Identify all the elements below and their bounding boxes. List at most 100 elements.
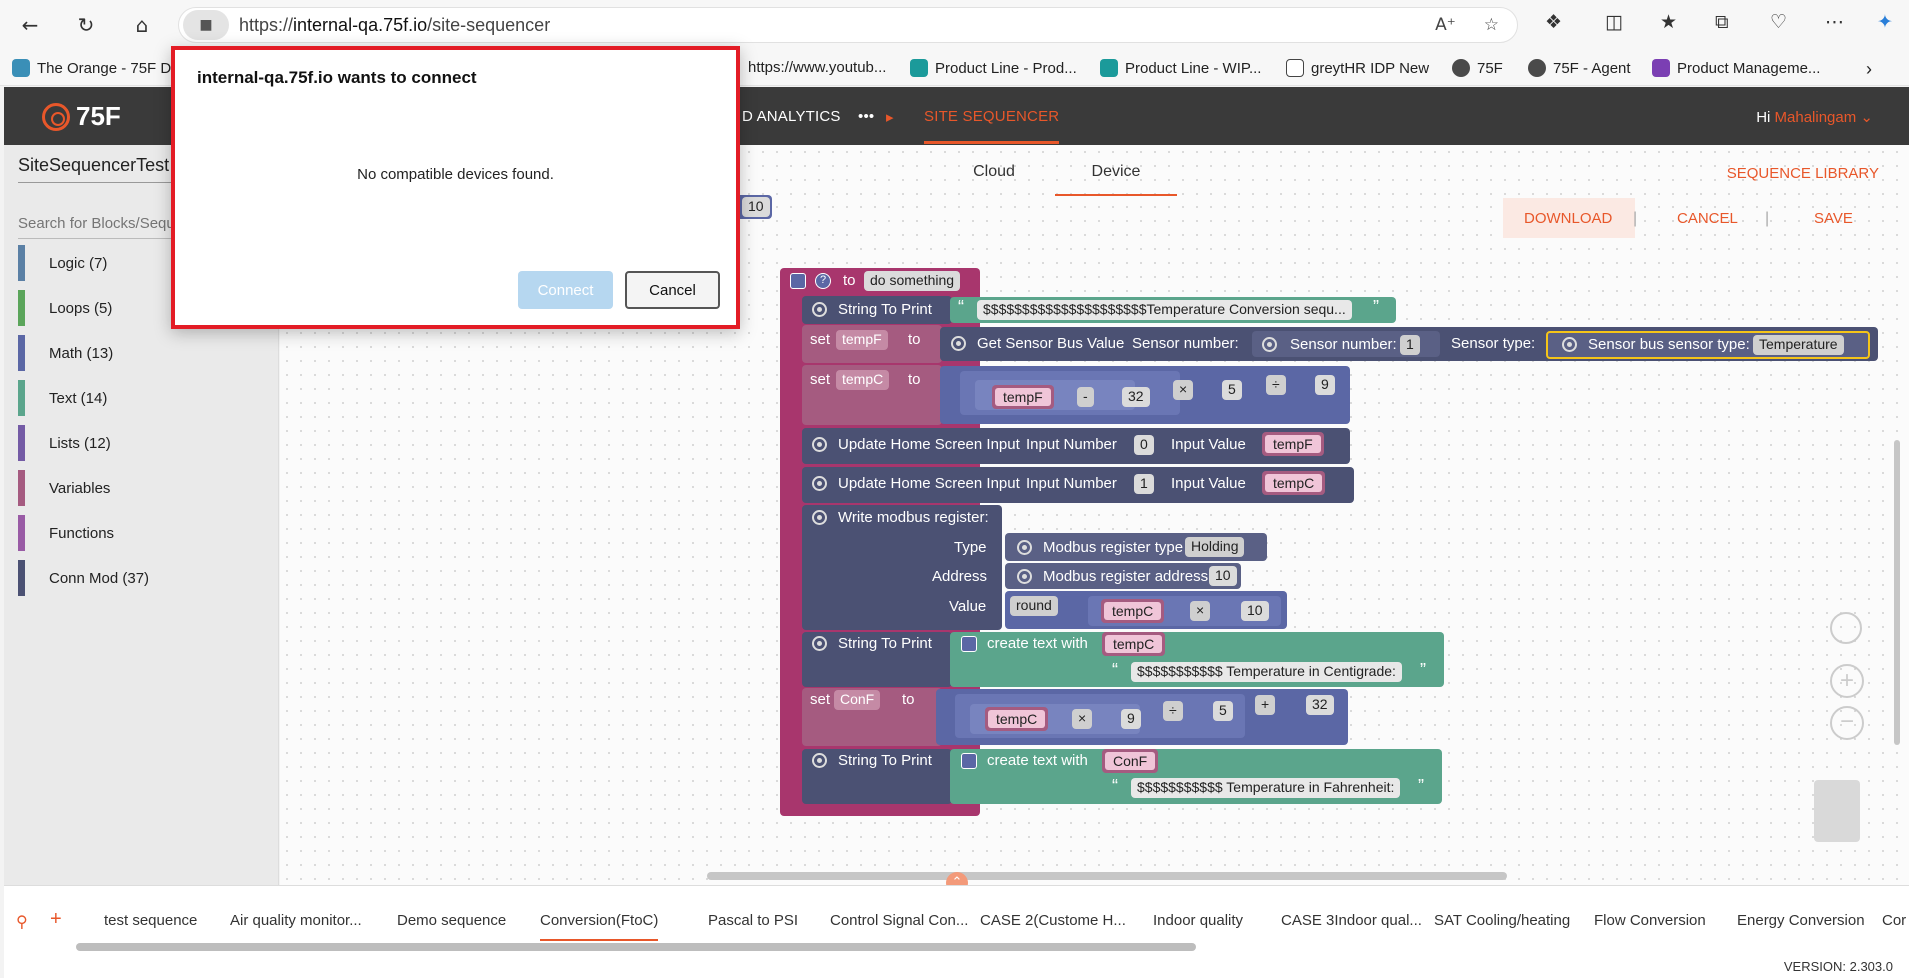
nav-site-sequencer[interactable]: SITE SEQUENCER — [924, 108, 1060, 144]
sequence-tab[interactable]: Cor — [1882, 912, 1906, 929]
variable-dropdown[interactable]: ConF — [834, 690, 881, 710]
collections-icon[interactable]: ⧉ — [1715, 11, 1729, 33]
refresh-icon[interactable]: ↻ — [70, 9, 102, 41]
sequence-tab[interactable]: SAT Cooling/heating — [1434, 912, 1570, 929]
chevron-right-icon[interactable]: › — [1866, 59, 1872, 80]
category-lists[interactable]: Lists (12) — [18, 425, 258, 461]
sequence-tab[interactable]: CASE 2(Custome H... — [980, 912, 1126, 929]
sequence-tab-active[interactable]: Conversion(FtoC) — [540, 912, 659, 941]
sequence-tab[interactable]: Flow Conversion — [1594, 912, 1706, 929]
sensor-type-dropdown[interactable]: Temperature — [1753, 335, 1844, 355]
copilot-icon[interactable]: ✦ — [1877, 11, 1893, 33]
string-field[interactable]: $$$$$$$$$$$ Temperature in Fahrenheit: — [1131, 778, 1401, 798]
variable-tempF[interactable]: tempF — [1262, 432, 1324, 456]
extensions-icon[interactable]: ❖ — [1545, 11, 1562, 33]
connect-button[interactable]: Connect — [518, 271, 613, 309]
sequence-tab[interactable]: Air quality monitor... — [230, 912, 362, 929]
sequence-tab[interactable]: Demo sequence — [397, 912, 506, 929]
number-field[interactable]: 32 — [1306, 695, 1334, 715]
operator-dropdown[interactable]: ÷ — [1163, 701, 1183, 721]
variable-tempC[interactable]: tempC — [985, 707, 1049, 731]
number-field[interactable]: 5 — [1213, 701, 1233, 721]
modbus-address-field[interactable]: 10 — [1209, 566, 1237, 586]
add-icon[interactable]: + — [50, 908, 62, 931]
settings-gear-icon[interactable] — [961, 636, 977, 652]
number-field[interactable]: 10 — [1241, 601, 1269, 621]
tab-cloud[interactable]: Cloud — [933, 163, 1055, 194]
variable-tempC[interactable]: tempC — [1101, 599, 1165, 623]
number-field[interactable]: 9 — [1315, 375, 1335, 395]
back-icon[interactable]: ← — [14, 9, 46, 41]
bookmark-7[interactable]: Product Manageme... — [1652, 59, 1820, 77]
sequence-name[interactable]: SiteSequencerTest — [18, 155, 178, 183]
sequence-tab[interactable]: Pascal to PSI — [708, 912, 798, 929]
modbus-type-dropdown[interactable]: Holding — [1185, 537, 1245, 557]
sensor-number-dropdown[interactable]: 1 — [1400, 335, 1420, 355]
sequence-tab[interactable]: Indoor quality — [1153, 912, 1243, 929]
save-button[interactable]: SAVE — [1814, 210, 1853, 227]
number-field[interactable]: 9 — [1121, 709, 1141, 729]
variable-tempC[interactable]: tempC — [1262, 471, 1326, 495]
bookmark-6[interactable]: 75F - Agent — [1528, 59, 1631, 77]
number-field[interactable]: 5 — [1222, 380, 1242, 400]
vertical-scrollbar[interactable] — [1894, 440, 1900, 745]
trash-icon[interactable] — [1814, 780, 1860, 842]
bookmark-4[interactable]: greytHR IDP New — [1286, 59, 1429, 77]
sequence-tab[interactable]: Energy Conversion — [1737, 912, 1865, 929]
operator-dropdown[interactable]: × — [1173, 380, 1194, 400]
operator-dropdown[interactable]: × — [1190, 601, 1211, 621]
variable-dropdown[interactable]: tempC — [836, 370, 890, 390]
sequence-tab[interactable]: test sequence — [104, 912, 197, 929]
function-name-field[interactable]: do something — [864, 271, 961, 291]
favorite-star-icon[interactable]: ☆ — [1484, 15, 1499, 35]
sequence-tab[interactable]: Control Signal Con... — [830, 912, 968, 929]
dialog-cancel-button[interactable]: Cancel — [625, 271, 720, 309]
category-math[interactable]: Math (13) — [18, 335, 258, 371]
help-icon[interactable]: ? — [815, 273, 831, 289]
number-field[interactable]: 10 — [742, 197, 770, 217]
category-variables[interactable]: Variables — [18, 470, 258, 506]
bookmark-5[interactable]: 75F — [1452, 59, 1503, 77]
split-screen-icon[interactable]: ◫ — [1605, 11, 1623, 33]
sequence-library-link[interactable]: SEQUENCE LIBRARY — [1727, 165, 1879, 182]
round-dropdown[interactable]: round — [1010, 596, 1058, 616]
variable-tempC[interactable]: tempC — [1102, 632, 1166, 656]
number-field[interactable]: 1 — [1134, 474, 1154, 494]
logo[interactable]: 75F — [42, 101, 121, 132]
block-search-input[interactable] — [18, 215, 193, 239]
string-field[interactable]: $$$$$$$$$$$ Temperature in Centigrade: — [1131, 662, 1402, 682]
zoom-out-icon[interactable]: − — [1830, 706, 1864, 740]
variable-dropdown[interactable]: tempF — [836, 330, 888, 350]
nav-analytics[interactable]: D ANALYTICS — [742, 108, 841, 125]
more-menu-icon[interactable]: ⋯ — [1825, 11, 1844, 33]
zoom-in-icon[interactable]: + — [1830, 664, 1864, 698]
search-icon[interactable]: ⚲ — [16, 912, 28, 932]
horizontal-scrollbar[interactable] — [707, 872, 1507, 880]
settings-gear-icon[interactable] — [961, 753, 977, 769]
address-bar[interactable]: ■ https://internal-qa.75f.io/site-sequen… — [178, 7, 1518, 43]
lock-icon[interactable]: ■ — [183, 10, 229, 40]
bookmark-1[interactable]: https://www.youtub... — [748, 59, 886, 76]
operator-dropdown[interactable]: - — [1077, 387, 1094, 407]
tabs-scrollbar[interactable] — [76, 943, 1196, 951]
operator-dropdown[interactable]: + — [1255, 695, 1276, 715]
category-text[interactable]: Text (14) — [18, 380, 258, 416]
url-text[interactable]: https://internal-qa.75f.io/site-sequence… — [239, 15, 550, 36]
cancel-button[interactable]: CANCEL — [1677, 210, 1738, 227]
tab-device[interactable]: Device — [1055, 163, 1177, 196]
operator-dropdown[interactable]: × — [1072, 709, 1093, 729]
string-field[interactable]: $$$$$$$$$$$$$$$$$$$$$Temperature Convers… — [977, 300, 1352, 320]
settings-gear-icon[interactable] — [790, 273, 806, 289]
variable-tempF[interactable]: tempF — [992, 385, 1054, 409]
health-icon[interactable]: ♡ — [1770, 11, 1787, 33]
favorites-icon[interactable]: ★ — [1660, 11, 1677, 33]
bookmark-2[interactable]: Product Line - Prod... — [910, 59, 1077, 77]
bookmark-3[interactable]: Product Line - WIP... — [1100, 59, 1261, 77]
nav-more[interactable]: ••• — [858, 108, 874, 125]
number-field[interactable]: 0 — [1134, 435, 1154, 455]
operator-dropdown[interactable]: ÷ — [1266, 375, 1286, 395]
recenter-icon[interactable] — [1830, 612, 1862, 644]
category-functions[interactable]: Functions — [18, 515, 258, 551]
number-field[interactable]: 32 — [1122, 387, 1150, 407]
user-menu[interactable]: Hi Mahalingam ⌄ — [1756, 108, 1873, 126]
